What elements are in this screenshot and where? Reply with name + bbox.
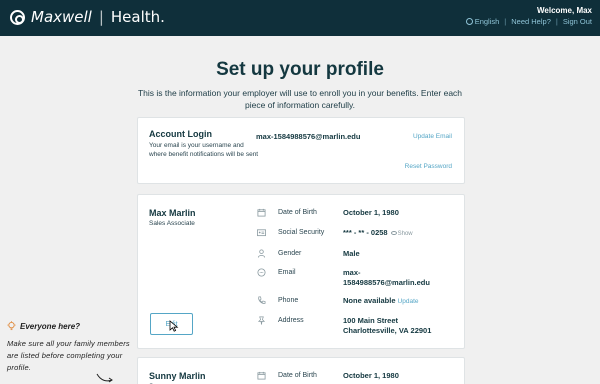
side-note-title-text: Everyone here? bbox=[20, 321, 81, 331]
logo-divider: | bbox=[98, 8, 104, 26]
hand-drawn-arrow-icon bbox=[96, 373, 113, 383]
eye-icon bbox=[390, 231, 397, 235]
language-label: English bbox=[474, 17, 500, 26]
update-email-link[interactable]: Update Email bbox=[413, 133, 452, 140]
pin-icon bbox=[257, 316, 266, 325]
person-icon bbox=[257, 249, 266, 258]
field-value: 100 Main Street Charlottesville, VA 2290… bbox=[343, 316, 432, 335]
account-login-description: Your email is your username and where be… bbox=[149, 142, 259, 158]
page-subtitle: This is the information your employer wi… bbox=[137, 88, 463, 110]
update-phone-link[interactable]: Update bbox=[398, 298, 419, 305]
mouse-pointer-icon bbox=[169, 320, 179, 332]
show-ssn-label: Show bbox=[397, 231, 413, 237]
phone-icon bbox=[257, 296, 266, 305]
logo-brand-text: Maxwell bbox=[31, 8, 92, 26]
id-card-icon bbox=[257, 228, 266, 237]
field-label: Phone bbox=[278, 297, 299, 304]
field-value: October 1, 1980 bbox=[343, 371, 399, 380]
field-row-address: Address 100 Main Street Charlottesville,… bbox=[257, 316, 457, 338]
show-ssn-toggle[interactable]: Show bbox=[390, 231, 413, 237]
calendar-icon bbox=[257, 208, 266, 217]
need-help-link[interactable]: Need Help? bbox=[511, 17, 551, 26]
side-note-title: Everyone here? bbox=[7, 321, 80, 331]
welcome-message: Welcome, Max bbox=[537, 6, 592, 15]
chat-icon bbox=[257, 268, 266, 277]
person-card-sunny: Sunny Marlin S Date of Birth October 1, … bbox=[137, 357, 465, 384]
link-separator: | bbox=[504, 17, 507, 26]
field-row-ssn: Social Security *** - ** - 0258 Show bbox=[257, 228, 457, 242]
globe-icon bbox=[465, 18, 473, 25]
top-navigation-bar: Maxwell | Health. Welcome, Max English |… bbox=[0, 0, 600, 36]
field-value-group: None available Update bbox=[343, 296, 419, 307]
field-value: max- 1584988576@marlin.edu bbox=[343, 268, 430, 287]
language-selector[interactable]: English bbox=[465, 17, 500, 26]
side-note-body: Make sure all your family members are li… bbox=[7, 339, 130, 372]
link-separator: | bbox=[555, 17, 558, 26]
reset-password-link[interactable]: Reset Password bbox=[405, 163, 452, 170]
field-row-email: Email max- 1584988576@marlin.edu bbox=[257, 268, 457, 290]
person-name: Sunny Marlin bbox=[149, 371, 206, 381]
header-links: English | Need Help? | Sign Out bbox=[465, 17, 592, 26]
field-label: Address bbox=[278, 317, 304, 324]
field-value: October 1, 1980 bbox=[343, 208, 399, 217]
field-row-dob: Date of Birth October 1, 1980 bbox=[257, 371, 457, 384]
field-row-gender: Gender Male bbox=[257, 249, 457, 263]
field-label: Email bbox=[278, 269, 296, 276]
field-label: Social Security bbox=[278, 229, 325, 236]
field-value-group: *** - ** - 0258 Show bbox=[343, 228, 413, 239]
logo-mark-icon bbox=[10, 9, 25, 25]
maxwell-health-logo[interactable]: Maxwell | Health. bbox=[10, 8, 165, 26]
person-name: Max Marlin bbox=[149, 208, 196, 218]
account-email: max-1584988576@marlin.edu bbox=[256, 132, 361, 141]
field-row-phone: Phone None available Update bbox=[257, 296, 457, 310]
account-login-card: Account Login Your email is your usernam… bbox=[137, 117, 465, 184]
page-title: Set up your profile bbox=[216, 59, 384, 80]
account-login-title: Account Login bbox=[149, 129, 212, 139]
lightbulb-icon bbox=[7, 321, 16, 331]
person-role: Sales Associate bbox=[149, 220, 195, 227]
person-card-max: Max Marlin Sales Associate Edit Date of … bbox=[137, 194, 465, 349]
field-row-dob: Date of Birth October 1, 1980 bbox=[257, 208, 457, 222]
phone-value: None available bbox=[343, 296, 396, 305]
field-label: Gender bbox=[278, 250, 302, 257]
sign-out-link[interactable]: Sign Out bbox=[563, 17, 592, 26]
ssn-masked-value: *** - ** - 0258 bbox=[343, 228, 388, 237]
field-label: Date of Birth bbox=[278, 209, 317, 216]
field-value: Male bbox=[343, 249, 360, 258]
calendar-icon bbox=[257, 371, 266, 380]
logo-brand-suffix: Health. bbox=[110, 8, 165, 26]
field-label: Date of Birth bbox=[278, 372, 317, 379]
